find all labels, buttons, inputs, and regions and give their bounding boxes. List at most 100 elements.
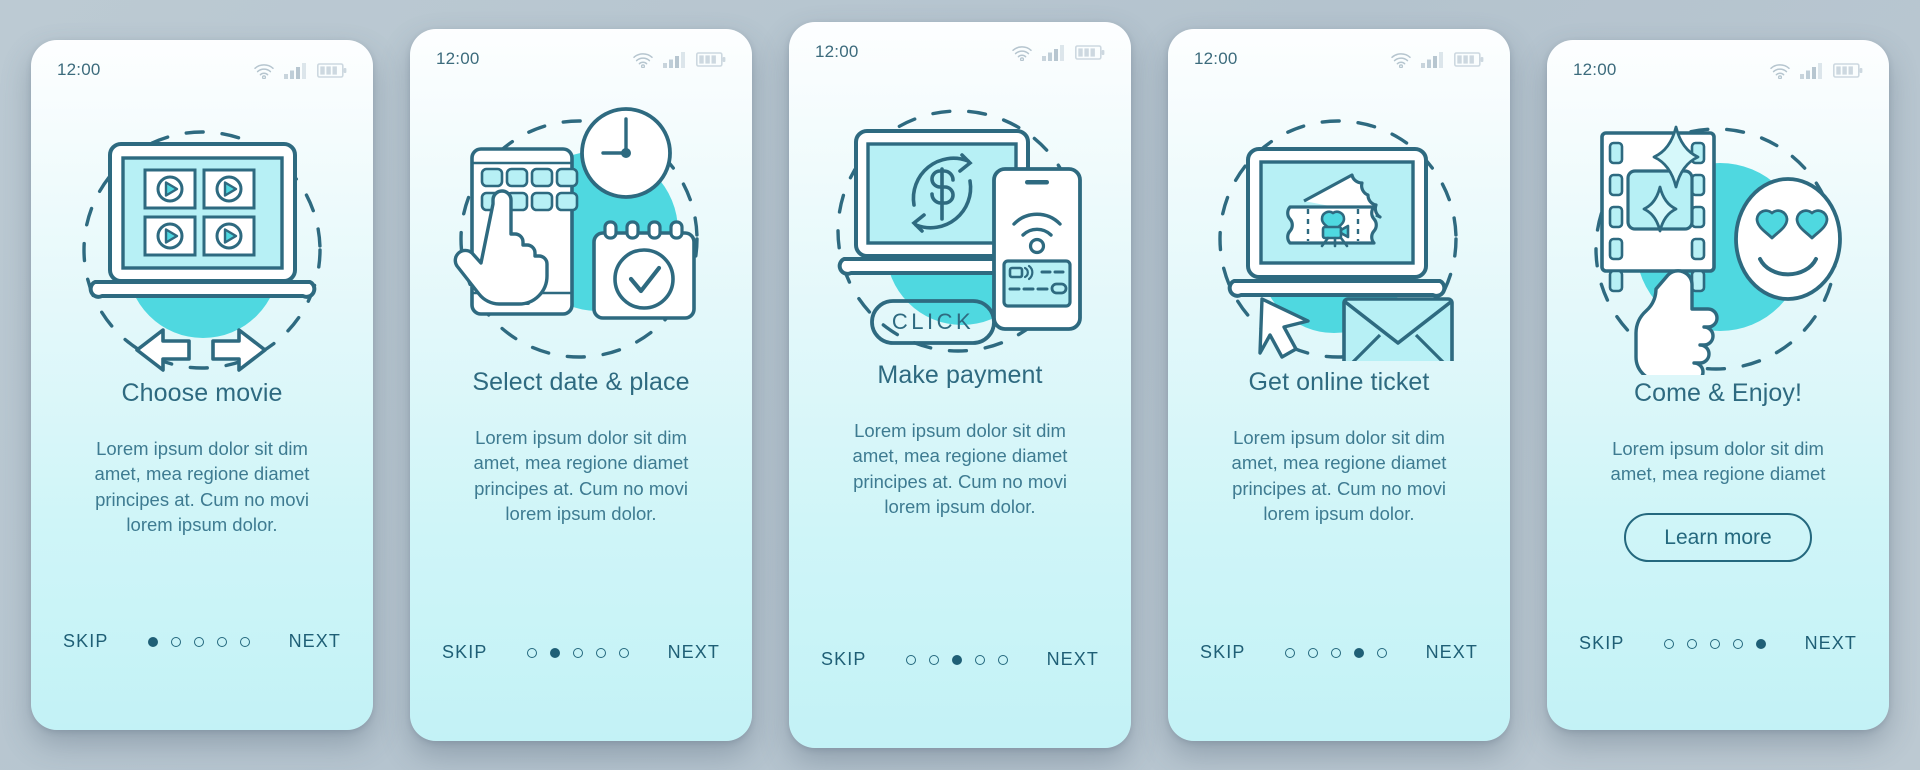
description-line: Lorem ipsum dolor sit dim (854, 419, 1066, 441)
pagination-dot-4[interactable] (216, 636, 227, 647)
status-bar-icons (1011, 44, 1105, 61)
card-body: Make payment Lorem ipsum dolor sit dim am… (789, 361, 1131, 520)
pagination-dot-1[interactable] (905, 654, 916, 665)
page-title: Come & Enjoy! (1633, 379, 1803, 407)
pagination-dot-4[interactable] (595, 647, 606, 658)
phone-hand-clock-calendar-icon (453, 107, 699, 359)
pagination-dot-4[interactable] (1732, 638, 1743, 649)
next-button[interactable]: NEXT (1047, 649, 1099, 670)
pagination-dot-2[interactable] (1686, 638, 1697, 649)
status-bar: 12:00 (31, 40, 373, 100)
illustration-laptop-dollar-phone-card-click-icon: CLICK (789, 84, 1131, 354)
status-bar-icons (632, 51, 726, 68)
card-row: 12:00 Choose movie Lorem ipsum dolor sit… (0, 0, 1920, 770)
pagination-dot-4[interactable] (1353, 647, 1364, 658)
skip-button[interactable]: SKIP (821, 649, 866, 670)
pagination-dot-5[interactable] (1376, 647, 1387, 658)
laptop-ticket-cursor-envelope-icon (1218, 119, 1458, 361)
wifi-icon (1770, 63, 1790, 79)
page-title: Choose movie (121, 379, 283, 407)
pagination-dot-2[interactable] (170, 636, 181, 647)
pagination-dots (1284, 647, 1387, 658)
skip-button[interactable]: SKIP (1579, 633, 1624, 654)
illustration-laptop-movie-grid-arrows-icon (31, 102, 373, 372)
status-bar-clock: 12:00 (436, 49, 480, 68)
next-button[interactable]: NEXT (668, 642, 720, 663)
pagination-dot-2[interactable] (1307, 647, 1318, 658)
next-button[interactable]: NEXT (1426, 642, 1478, 663)
description-line: principes at. Cum no movi (474, 477, 688, 499)
pagination-dot-3[interactable] (572, 647, 583, 658)
description-line: lorem ipsum dolor. (126, 514, 278, 536)
pagination-dot-3[interactable] (193, 636, 204, 647)
laptop-movie-grid-arrows-icon (82, 130, 322, 372)
next-button[interactable]: NEXT (289, 631, 341, 652)
wifi-icon (1012, 45, 1032, 61)
cta-wrap: Learn more (1573, 512, 1863, 562)
status-bar-clock: 12:00 (815, 42, 859, 61)
battery-icon (1833, 62, 1863, 78)
pagination-dot-3[interactable] (1709, 638, 1720, 649)
onboarding-footer: SKIP NEXT (789, 649, 1131, 670)
status-bar-clock: 12:00 (57, 60, 101, 79)
description-line: principes at. Cum no movi (853, 470, 1067, 492)
description-line: amet, mea regione diamet (473, 452, 689, 474)
page-description: Lorem ipsum dolor sit dim amet, mea regio… (1194, 425, 1484, 527)
onboarding-footer: SKIP NEXT (1168, 642, 1510, 663)
filmstrip-smiley-thumbsup-icon (1594, 125, 1842, 375)
pagination-dot-4[interactable] (974, 654, 985, 665)
pagination-dot-1[interactable] (1663, 638, 1674, 649)
illustration-laptop-ticket-cursor-envelope-icon (1168, 91, 1510, 361)
pagination-dot-2[interactable] (549, 647, 560, 658)
illustration-filmstrip-smiley-thumbsup-icon (1547, 102, 1889, 375)
cellular-signal-icon (1800, 62, 1822, 79)
pagination-dot-2[interactable] (928, 654, 939, 665)
wifi-icon (254, 63, 274, 79)
description-line: principes at. Cum no movi (1232, 477, 1446, 499)
pagination-dot-5[interactable] (997, 654, 1008, 665)
description-line: principes at. Cum no movi (95, 488, 309, 510)
wifi-icon (633, 52, 653, 68)
skip-button[interactable]: SKIP (1200, 642, 1245, 663)
pagination-dot-5[interactable] (239, 636, 250, 647)
cellular-signal-icon (284, 62, 306, 79)
next-button[interactable]: NEXT (1805, 633, 1857, 654)
pagination-dot-1[interactable] (526, 647, 537, 658)
status-bar-icons (1769, 62, 1863, 79)
pagination-dot-3[interactable] (1330, 647, 1341, 658)
description-line: lorem ipsum dolor. (1263, 503, 1415, 525)
battery-icon (1075, 44, 1105, 60)
pagination-dots (905, 654, 1008, 665)
description-line: Lorem ipsum dolor sit dim (1612, 437, 1824, 459)
page-title: Make payment (877, 361, 1043, 389)
onboarding-footer: SKIP NEXT (1547, 633, 1889, 654)
pagination-dot-3[interactable] (951, 654, 962, 665)
onboarding-card-make-payment: 12:00 CLICK Make payment Lorem ipsum dol… (789, 22, 1131, 748)
battery-icon (696, 51, 726, 67)
onboarding-footer: SKIP NEXT (410, 642, 752, 663)
pagination-dot-5[interactable] (1755, 638, 1766, 649)
skip-button[interactable]: SKIP (63, 631, 108, 652)
card-body: Select date & place Lorem ipsum dolor si… (410, 368, 752, 527)
page-title: Get online ticket (1248, 368, 1430, 396)
status-bar-icons (253, 62, 347, 79)
pagination-dots (147, 636, 250, 647)
description-line: lorem ipsum dolor. (505, 503, 657, 525)
description-line: Lorem ipsum dolor sit dim (1233, 426, 1445, 448)
card-body: Come & Enjoy! Lorem ipsum dolor sit dim a… (1547, 379, 1889, 562)
onboarding-screens-collection: 12:00 Choose movie Lorem ipsum dolor sit… (0, 0, 1920, 770)
onboarding-card-select-date-place: 12:00 Select date & place Lorem ipsum do… (410, 29, 752, 741)
pagination-dot-5[interactable] (618, 647, 629, 658)
page-description: Lorem ipsum dolor sit dim amet, mea regio… (57, 436, 347, 538)
description-line: Lorem ipsum dolor sit dim (96, 437, 308, 459)
pagination-dot-1[interactable] (1284, 647, 1295, 658)
status-bar-icons (1390, 51, 1484, 68)
onboarding-card-choose-movie: 12:00 Choose movie Lorem ipsum dolor sit… (31, 40, 373, 730)
description-line: amet, mea regione diamet (94, 463, 310, 485)
learn-more-button[interactable]: Learn more (1624, 512, 1812, 562)
skip-button[interactable]: SKIP (442, 642, 487, 663)
onboarding-card-get-online-ticket: 12:00 Get online ticket Lorem ipsum dolo… (1168, 29, 1510, 741)
pagination-dot-1[interactable] (147, 636, 158, 647)
page-description: Lorem ipsum dolor sit dim amet, mea regio… (1573, 436, 1863, 487)
card-body: Choose movie Lorem ipsum dolor sit dim am… (31, 379, 373, 538)
